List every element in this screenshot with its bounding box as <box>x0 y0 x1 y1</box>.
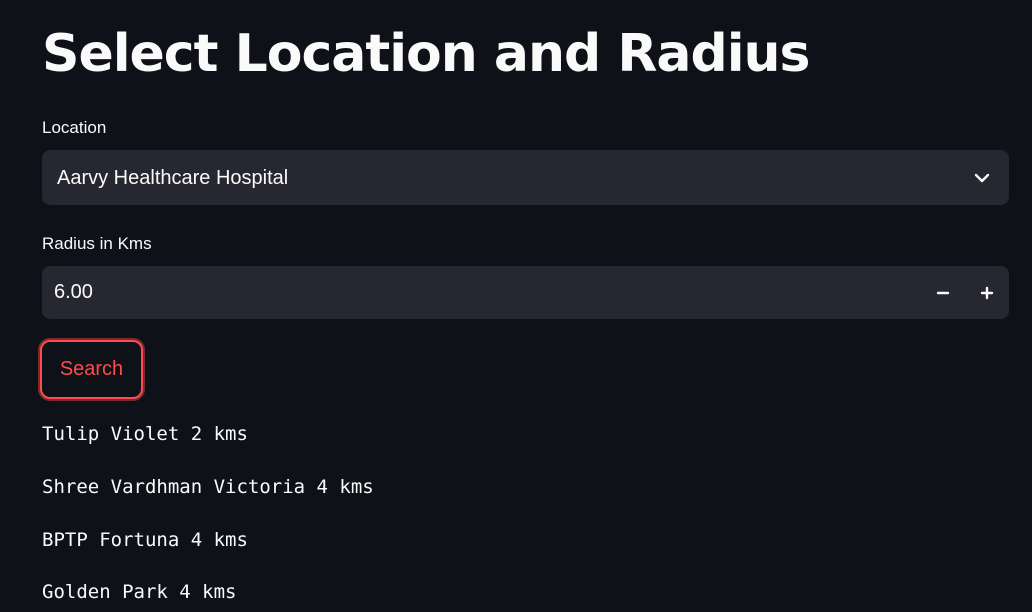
minus-icon <box>936 291 950 294</box>
location-selected-value: Aarvy Healthcare Hospital <box>57 167 289 189</box>
app-container: Select Location and Radius Location Aarv… <box>0 0 1032 612</box>
chevron-down-icon[interactable] <box>973 169 991 187</box>
location-label: Location <box>42 118 107 137</box>
increment-button[interactable] <box>965 266 1009 319</box>
result-item: Tulip Violet 2 kms <box>42 423 248 445</box>
plus-icon <box>980 286 994 299</box>
radius-input[interactable] <box>42 266 902 319</box>
radius-number-input <box>42 266 1009 319</box>
result-item: Shree Vardhman Victoria 4 kms <box>42 476 374 498</box>
page-title: Select Location and Radius <box>42 24 810 84</box>
location-select[interactable]: Aarvy Healthcare Hospital <box>42 150 1009 205</box>
decrement-button[interactable] <box>921 266 965 319</box>
result-item: Golden Park 4 kms <box>42 581 237 603</box>
search-button[interactable]: Search <box>40 340 143 399</box>
result-item: BPTP Fortuna 4 kms <box>42 529 248 551</box>
radius-label: Radius in Kms <box>42 234 152 253</box>
